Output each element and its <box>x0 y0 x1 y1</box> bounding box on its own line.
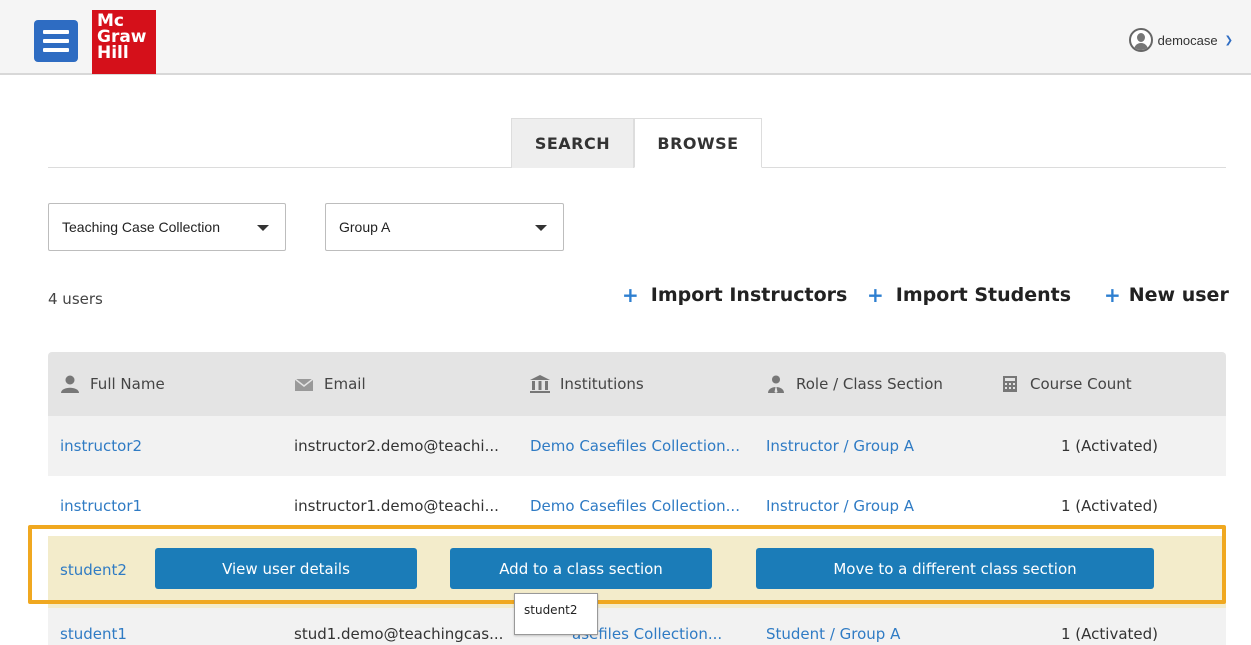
column-label: Institutions <box>560 375 644 393</box>
user-tie-icon <box>768 375 784 393</box>
chevron-down-icon: ❯ <box>1224 34 1233 46</box>
tab-browse[interactable]: BROWSE <box>634 118 762 168</box>
table-header: Full Name Email Institutions Role / Clas… <box>48 352 1226 416</box>
column-label: Course Count <box>1030 375 1132 393</box>
table-row: student1 stud1.demo@teachingcas... asefi… <box>48 608 1226 645</box>
group-select-value: Group A <box>339 219 391 235</box>
top-bar: Mc Graw Hill democase ❯ <box>0 0 1251 75</box>
users-table: Full Name Email Institutions Role / Clas… <box>48 352 1226 645</box>
user-name-link[interactable]: instructor2 <box>60 416 142 476</box>
user-email: stud1.demo@teachingcas... <box>294 625 504 643</box>
plus-icon: + <box>622 283 639 307</box>
group-select[interactable]: Group A <box>325 203 564 251</box>
table-row: instructor2 instructor2.demo@teachi... D… <box>48 416 1226 476</box>
menu-bar-icon <box>43 48 69 52</box>
plus-icon: + <box>1104 283 1121 307</box>
hamburger-menu-button[interactable] <box>34 20 78 62</box>
column-header-full-name[interactable]: Full Name <box>60 352 165 416</box>
column-label: Full Name <box>90 375 165 393</box>
user-count: 4 users <box>48 290 103 308</box>
user-email: instructor2.demo@teachi... <box>294 437 499 455</box>
import-instructors-button[interactable]: + Import Instructors <box>622 283 847 307</box>
role-link[interactable]: Student / Group A <box>766 608 900 645</box>
new-user-button[interactable]: + New user <box>1104 283 1229 307</box>
course-count: 1 (Activated) <box>1060 625 1158 643</box>
import-instructors-label: Import Instructors <box>650 284 848 306</box>
user-avatar-icon <box>1128 28 1153 52</box>
institution-link[interactable]: Demo Casefiles Collection... <box>530 416 740 476</box>
user-name-link[interactable]: instructor1 <box>60 476 142 536</box>
import-students-label: Import Students <box>895 284 1072 306</box>
course-count: 1 (Activated) <box>1060 497 1158 515</box>
user-menu[interactable]: democase ❯ <box>1128 26 1233 54</box>
column-label: Email <box>324 375 366 393</box>
caret-down-icon <box>535 225 547 231</box>
menu-bar-icon <box>43 30 69 34</box>
import-students-button[interactable]: + Import Students <box>867 283 1071 307</box>
tab-search[interactable]: SEARCH <box>511 118 634 168</box>
add-to-class-section-button[interactable]: Add to a class section <box>450 548 712 589</box>
username: democase <box>1157 32 1218 48</box>
person-icon <box>61 375 79 393</box>
tooltip: student2 <box>514 593 598 635</box>
institution-link[interactable]: Demo Casefiles Collection... <box>530 476 740 536</box>
logo-line: Hill <box>97 43 129 63</box>
table-row: instructor1 instructor1.demo@teachi... D… <box>48 476 1226 536</box>
collection-select[interactable]: Teaching Case Collection <box>48 203 286 251</box>
move-class-section-button[interactable]: Move to a different class section <box>756 548 1154 589</box>
user-name-link[interactable]: student2 <box>60 534 127 606</box>
column-header-email[interactable]: Email <box>294 352 366 416</box>
caret-down-icon <box>257 225 269 231</box>
user-email: instructor1.demo@teachi... <box>294 497 499 515</box>
mcgraw-hill-logo: Mc Graw Hill <box>92 10 156 74</box>
role-link[interactable]: Instructor / Group A <box>766 416 914 476</box>
table-row-selected: student2 View user details Add to a clas… <box>48 536 1226 608</box>
user-name-link[interactable]: student1 <box>60 608 127 645</box>
column-header-course-count[interactable]: Course Count <box>1000 352 1132 416</box>
column-header-institutions[interactable]: Institutions <box>530 352 644 416</box>
view-user-details-button[interactable]: View user details <box>155 548 417 589</box>
envelope-icon <box>294 378 314 391</box>
institution-icon <box>530 375 550 393</box>
column-label: Role / Class Section <box>796 375 943 393</box>
course-count: 1 (Activated) <box>1060 437 1158 455</box>
menu-bar-icon <box>43 39 69 43</box>
collection-select-value: Teaching Case Collection <box>62 219 220 235</box>
plus-icon: + <box>867 283 884 307</box>
role-link[interactable]: Instructor / Group A <box>766 476 914 536</box>
new-user-label: New user <box>1128 284 1229 306</box>
calculator-icon <box>1003 376 1017 392</box>
column-header-role[interactable]: Role / Class Section <box>766 352 943 416</box>
